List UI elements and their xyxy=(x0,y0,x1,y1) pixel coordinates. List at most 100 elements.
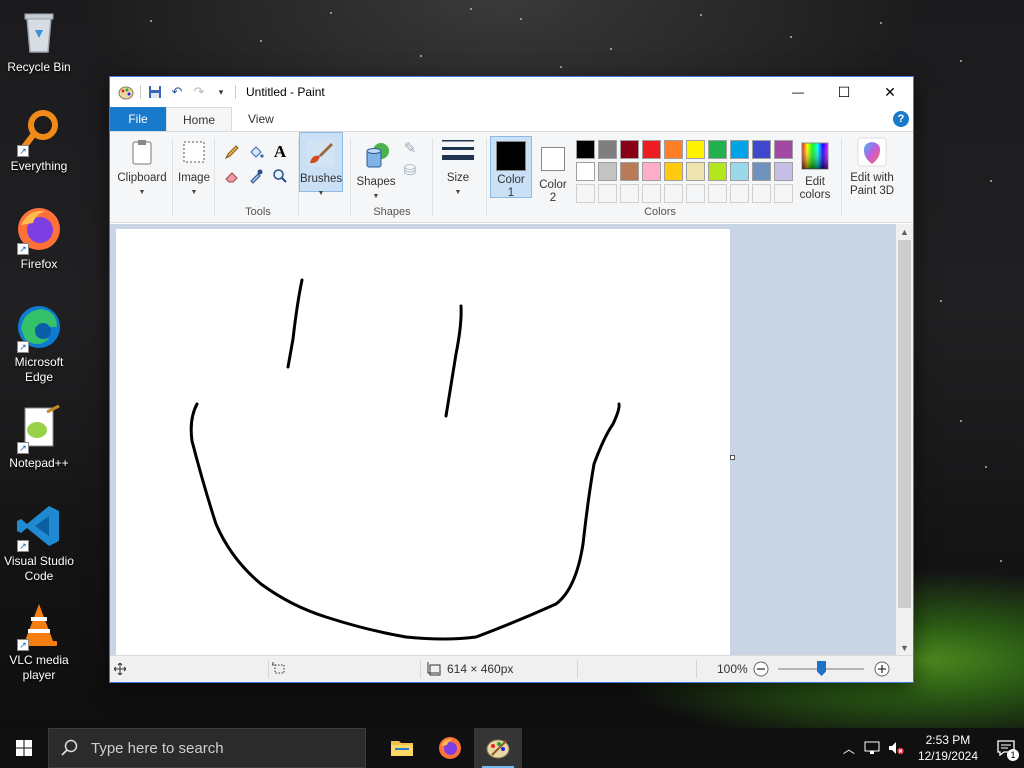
palette-color-swatch[interactable] xyxy=(686,162,705,181)
start-button[interactable] xyxy=(0,728,48,768)
desktop-icon-everything[interactable]: ↗ Everything xyxy=(0,107,78,174)
palette-color-swatch[interactable] xyxy=(752,162,771,181)
text-tool-icon[interactable]: A xyxy=(270,142,290,162)
desktop-icon-firefox[interactable]: ↗ Firefox xyxy=(0,205,78,272)
notification-center-button[interactable]: 1 xyxy=(988,728,1024,768)
ribbon-separator xyxy=(841,138,842,216)
outline-icon[interactable]: ✎ xyxy=(400,138,420,158)
palette-custom-slot[interactable] xyxy=(642,184,661,203)
palette-color-swatch[interactable] xyxy=(730,162,749,181)
shapes-label: Shapes xyxy=(356,176,396,188)
size-button[interactable]: Size ▼ xyxy=(436,132,480,199)
taskbar-search-box[interactable]: Type here to search xyxy=(48,728,366,768)
fill-icon[interactable]: ⛁ xyxy=(400,160,420,180)
chevron-up-icon[interactable]: ︿ xyxy=(838,740,860,757)
palette-custom-slot[interactable] xyxy=(730,184,749,203)
palette-color-swatch[interactable] xyxy=(642,162,661,181)
network-icon[interactable] xyxy=(860,741,884,755)
status-divider xyxy=(420,660,421,678)
drawing-canvas[interactable] xyxy=(116,229,730,656)
desktop-icon-vscode[interactable]: ↗ Visual Studio Code xyxy=(0,502,78,584)
tab-file[interactable]: File xyxy=(110,107,166,131)
palette-color-swatch[interactable] xyxy=(620,162,639,181)
save-icon[interactable] xyxy=(147,84,163,100)
fill-bucket-icon[interactable] xyxy=(246,142,266,162)
paint-app-icon[interactable] xyxy=(118,84,134,100)
palette-color-swatch[interactable] xyxy=(598,140,617,159)
pencil-icon[interactable] xyxy=(222,142,242,162)
minimize-button[interactable]: — xyxy=(775,77,821,107)
status-bar: 614 × 460px 100% xyxy=(110,655,913,682)
shortcut-arrow-icon: ↗ xyxy=(17,341,29,353)
ribbon-separator xyxy=(486,138,487,216)
palette-custom-slot[interactable] xyxy=(620,184,639,203)
undo-icon[interactable]: ↶ xyxy=(169,84,185,100)
tab-view[interactable]: View xyxy=(232,107,290,131)
scrollbar-thumb[interactable] xyxy=(898,240,911,608)
help-icon[interactable]: ? xyxy=(893,111,909,127)
color-picker-icon[interactable] xyxy=(246,166,266,186)
palette-color-swatch[interactable] xyxy=(708,140,727,159)
taskbar-firefox[interactable] xyxy=(426,728,474,768)
volume-muted-icon[interactable] xyxy=(884,741,908,755)
canvas-dimensions: 614 × 460px xyxy=(447,662,514,676)
palette-color-swatch[interactable] xyxy=(598,162,617,181)
palette-color-swatch[interactable] xyxy=(664,140,683,159)
brushes-label: Brushes xyxy=(300,173,343,185)
edit-colors-button[interactable]: Edit colors xyxy=(794,136,836,202)
palette-color-swatch[interactable] xyxy=(642,140,661,159)
palette-custom-slot[interactable] xyxy=(576,184,595,203)
color1-button[interactable]: Color 1 xyxy=(490,136,532,199)
palette-color-swatch[interactable] xyxy=(664,162,683,181)
color2-button[interactable]: Color 2 xyxy=(534,136,572,204)
notification-count-badge: 1 xyxy=(1007,749,1019,761)
palette-custom-slot[interactable] xyxy=(664,184,683,203)
clipboard-button[interactable]: Clipboard ▼ xyxy=(114,132,170,212)
palette-custom-slot[interactable] xyxy=(598,184,617,203)
scroll-down-icon[interactable]: ▼ xyxy=(896,640,913,656)
magnifier-icon[interactable] xyxy=(270,166,290,186)
zoom-slider[interactable] xyxy=(778,656,864,682)
zoom-slider-thumb[interactable] xyxy=(817,661,826,676)
redo-icon[interactable]: ↷ xyxy=(191,84,207,100)
taskbar-file-explorer[interactable] xyxy=(378,728,426,768)
desktop-icon-vlc[interactable]: ↗ VLC media player xyxy=(0,601,78,683)
desktop-icon-edge[interactable]: ↗ Microsoft Edge xyxy=(0,303,78,385)
file-explorer-icon xyxy=(391,741,413,756)
canvas-resize-handle[interactable] xyxy=(730,455,735,460)
zoom-out-button[interactable] xyxy=(753,656,769,682)
eraser-icon[interactable] xyxy=(222,166,242,186)
palette-color-swatch[interactable] xyxy=(708,162,727,181)
firefox-icon: ↗ xyxy=(15,205,63,255)
edit-with-paint3d-button[interactable]: Edit with Paint 3D xyxy=(844,132,900,198)
close-button[interactable]: ✕ xyxy=(867,77,913,107)
palette-color-swatch[interactable] xyxy=(752,140,771,159)
palette-color-swatch[interactable] xyxy=(620,140,639,159)
palette-color-swatch[interactable] xyxy=(686,140,705,159)
zoom-in-button[interactable] xyxy=(874,656,890,682)
palette-custom-slot[interactable] xyxy=(752,184,771,203)
taskbar-paint[interactable] xyxy=(474,728,522,768)
brushes-button[interactable]: Brushes ▼ xyxy=(299,132,343,197)
palette-color-swatch[interactable] xyxy=(774,162,793,181)
vlc-icon: ↗ xyxy=(15,601,63,651)
scroll-up-icon[interactable]: ▲ xyxy=(896,224,913,240)
tab-home[interactable]: Home xyxy=(166,107,233,131)
image-button[interactable]: Image ▼ xyxy=(175,132,213,212)
desktop-icon-recycle-bin[interactable]: Recycle Bin xyxy=(0,8,78,75)
desktop-icon-notepad-plus-plus[interactable]: ↗ Notepad++ xyxy=(0,404,78,471)
palette-custom-slot[interactable] xyxy=(774,184,793,203)
customize-qat-icon[interactable]: ▾ xyxy=(213,84,229,100)
paint3d-label: Edit with Paint 3D xyxy=(849,172,895,197)
palette-color-swatch[interactable] xyxy=(576,162,595,181)
palette-custom-slot[interactable] xyxy=(708,184,727,203)
palette-custom-slot[interactable] xyxy=(686,184,705,203)
system-clock[interactable]: 2:53 PM 12/19/2024 xyxy=(908,732,988,764)
palette-color-swatch[interactable] xyxy=(730,140,749,159)
shapes-button[interactable]: Shapes ▼ xyxy=(354,136,398,203)
palette-color-swatch[interactable] xyxy=(576,140,595,159)
palette-color-swatch[interactable] xyxy=(774,140,793,159)
quick-access-toolbar: ↶ ↷ ▾ xyxy=(110,77,236,107)
vertical-scrollbar[interactable]: ▲ ▼ xyxy=(896,224,913,656)
maximize-button[interactable]: ☐ xyxy=(821,77,867,107)
